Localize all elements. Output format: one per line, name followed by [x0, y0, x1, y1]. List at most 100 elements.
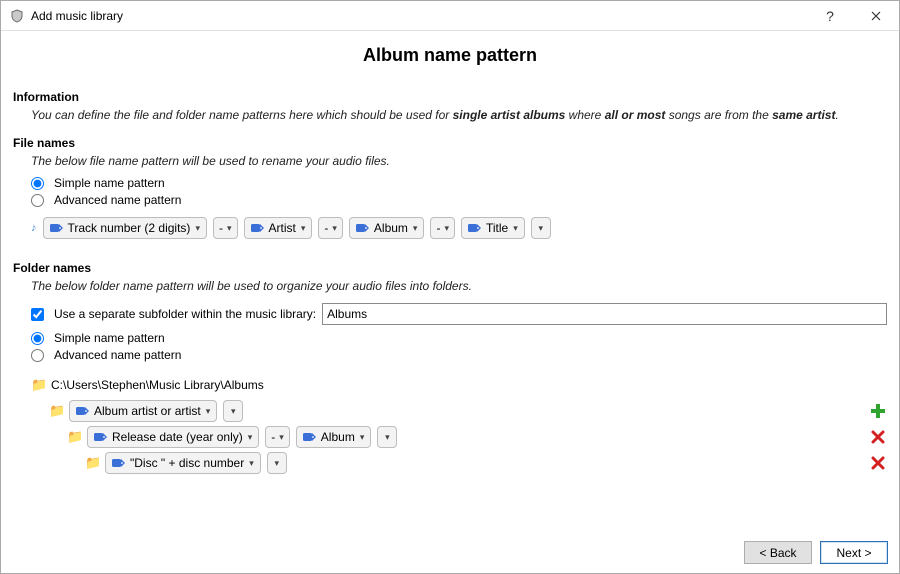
- chevron-down-icon: ▾: [332, 223, 337, 234]
- add-token-dropdown[interactable]: ▾: [531, 217, 551, 239]
- footer-buttons: < Back Next >: [744, 541, 888, 564]
- token-release-date[interactable]: Release date (year only) ▾: [87, 426, 259, 448]
- chevron-down-icon: ▾: [360, 432, 365, 443]
- add-level-button[interactable]: [869, 402, 887, 420]
- separator-label: -: [271, 430, 275, 444]
- subfolder-label: Use a separate subfolder within the musi…: [54, 307, 316, 321]
- tree-level-3: 📁 "Disc " + disc number ▾ ▾: [31, 450, 887, 476]
- folder-pattern-tree: 📁 C:\Users\Stephen\Music Library\Albums …: [31, 372, 887, 476]
- tag-icon: [112, 458, 125, 468]
- tag-icon: [94, 432, 107, 442]
- info-bold-2: all or most: [605, 108, 666, 122]
- subfolder-row: Use a separate subfolder within the musi…: [31, 303, 887, 325]
- chevron-down-icon: ▾: [301, 223, 306, 234]
- file-advanced-label: Advanced name pattern: [54, 193, 181, 207]
- token-label: Title: [486, 221, 508, 235]
- folder-simple-pattern-radio[interactable]: Simple name pattern: [31, 331, 887, 345]
- info-text-1: You can define the file and folder name …: [31, 108, 453, 122]
- remove-level-button[interactable]: [869, 428, 887, 446]
- chevron-down-icon: ▾: [513, 223, 518, 234]
- file-names-header: File names: [13, 136, 887, 150]
- separator-selector[interactable]: -▾: [213, 217, 238, 239]
- chevron-down-icon: ▾: [206, 406, 211, 417]
- information-header: Information: [13, 90, 887, 104]
- tree-root: 📁 C:\Users\Stephen\Music Library\Albums: [31, 372, 887, 398]
- token-label: Album: [321, 430, 355, 444]
- chevron-down-icon: ▾: [275, 458, 280, 469]
- next-button[interactable]: Next >: [820, 541, 888, 564]
- folder-icon: 📁: [49, 403, 63, 419]
- file-simple-label: Simple name pattern: [54, 176, 165, 190]
- tag-icon: [251, 223, 264, 233]
- info-text-3: songs are from the: [665, 108, 772, 122]
- file-simple-pattern-radio[interactable]: Simple name pattern: [31, 176, 887, 190]
- chevron-down-icon: ▾: [227, 223, 232, 234]
- chevron-down-icon: ▾: [248, 432, 253, 443]
- tree-level-2: 📁 Release date (year only) ▾ -▾ Album ▾ …: [31, 424, 887, 450]
- tag-icon: [303, 432, 316, 442]
- token-label: Album artist or artist: [94, 404, 201, 418]
- file-names-desc: The below file name pattern will be used…: [31, 154, 887, 168]
- back-button[interactable]: < Back: [744, 541, 812, 564]
- file-token-row: ♪ Track number (2 digits) ▾ -▾ Artist ▾ …: [31, 217, 887, 239]
- add-token-dropdown[interactable]: ▾: [223, 400, 243, 422]
- help-button[interactable]: ?: [807, 1, 853, 31]
- tag-icon: [76, 406, 89, 416]
- tag-icon: [356, 223, 369, 233]
- separator-label: -: [219, 221, 223, 235]
- chevron-down-icon: ▾: [385, 432, 390, 443]
- chevron-down-icon: ▾: [231, 406, 236, 417]
- folder-names-desc: The below folder name pattern will be us…: [31, 279, 887, 293]
- info-bold-1: single artist albums: [453, 108, 566, 122]
- separator-label: -: [324, 221, 328, 235]
- root-path-label: C:\Users\Stephen\Music Library\Albums: [51, 378, 264, 392]
- folder-advanced-pattern-radio[interactable]: Advanced name pattern: [31, 348, 887, 362]
- chevron-down-icon: ▾: [538, 223, 543, 234]
- token-album[interactable]: Album ▾: [349, 217, 425, 239]
- info-bold-3: same artist: [772, 108, 835, 122]
- token-label: Artist: [269, 221, 296, 235]
- tag-icon: [468, 223, 481, 233]
- folder-icon: 📁: [31, 377, 45, 393]
- chevron-down-icon: ▾: [413, 223, 418, 234]
- remove-level-button[interactable]: [869, 454, 887, 472]
- token-album-folder[interactable]: Album ▾: [296, 426, 372, 448]
- file-advanced-radio-input[interactable]: [31, 194, 44, 207]
- token-album-artist[interactable]: Album artist or artist ▾: [69, 400, 217, 422]
- token-label: Track number (2 digits): [68, 221, 191, 235]
- token-title[interactable]: Title ▾: [461, 217, 525, 239]
- folder-advanced-label: Advanced name pattern: [54, 348, 181, 362]
- info-text-2: where: [565, 108, 604, 122]
- folder-simple-label: Simple name pattern: [54, 331, 165, 345]
- add-token-dropdown[interactable]: ▾: [377, 426, 397, 448]
- chevron-down-icon: ▾: [444, 223, 449, 234]
- titlebar: Add music library ?: [1, 1, 899, 31]
- folder-icon: 📁: [85, 455, 99, 471]
- token-label: "Disc " + disc number: [130, 456, 244, 470]
- folder-names-header: Folder names: [13, 261, 887, 275]
- page-title: Album name pattern: [1, 31, 899, 76]
- tree-level-1: 📁 Album artist or artist ▾ ▾: [31, 398, 887, 424]
- folder-advanced-radio-input[interactable]: [31, 349, 44, 362]
- separator-selector[interactable]: -▾: [318, 217, 343, 239]
- chevron-down-icon: ▾: [249, 458, 254, 469]
- subfolder-input[interactable]: [322, 303, 887, 325]
- token-artist[interactable]: Artist ▾: [244, 217, 313, 239]
- separator-label: -: [436, 221, 440, 235]
- add-token-dropdown[interactable]: ▾: [267, 452, 287, 474]
- tag-icon: [50, 223, 63, 233]
- token-label: Album: [374, 221, 408, 235]
- token-track-number[interactable]: Track number (2 digits) ▾: [43, 217, 207, 239]
- subfolder-checkbox[interactable]: [31, 308, 44, 321]
- separator-selector[interactable]: -▾: [265, 426, 290, 448]
- close-button[interactable]: [853, 1, 899, 31]
- file-simple-radio-input[interactable]: [31, 177, 44, 190]
- info-text-4: .: [835, 108, 838, 122]
- token-label: Release date (year only): [112, 430, 243, 444]
- separator-selector[interactable]: -▾: [430, 217, 455, 239]
- token-disc-number[interactable]: "Disc " + disc number ▾: [105, 452, 261, 474]
- folder-simple-radio-input[interactable]: [31, 332, 44, 345]
- app-icon: [9, 8, 25, 24]
- music-note-icon: ♪: [31, 222, 37, 234]
- file-advanced-pattern-radio[interactable]: Advanced name pattern: [31, 193, 887, 207]
